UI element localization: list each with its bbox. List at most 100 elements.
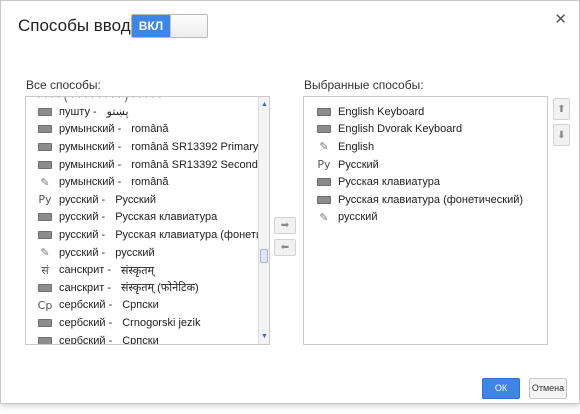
- method-name: Српски: [122, 299, 159, 312]
- move-up-button[interactable]: ⬆: [553, 98, 570, 120]
- keyboard-icon: [37, 228, 53, 242]
- selected-list-item[interactable]: Русская клавиатура: [304, 173, 523, 191]
- toggle-knob[interactable]: [170, 15, 207, 37]
- method-name: Русский: [115, 193, 157, 206]
- toggle-on-label: ВКЛ: [132, 15, 170, 37]
- scroll-down-icon[interactable]: ▼: [259, 331, 269, 342]
- keyboard-icon: [316, 175, 332, 189]
- all-methods-list[interactable]: · · · · ( · · · · · · · · ) · · · · · пуш…: [25, 96, 270, 345]
- selected-list-item[interactable]: English Dvorak Keyboard: [304, 121, 523, 139]
- list-item[interactable]: сербский - Crnogorski jezik: [26, 314, 269, 332]
- list-item[interactable]: Ср сербский - Српски: [26, 297, 269, 315]
- method-name: Crnogorski jezik: [122, 316, 201, 329]
- method-name: русский: [338, 211, 378, 224]
- pencil-icon: ✎: [40, 175, 50, 189]
- method-name: संस्कृतम् (फोनेटिक): [121, 282, 199, 295]
- language-name: пушту -: [59, 105, 97, 118]
- method-name: română: [131, 176, 169, 189]
- list-item[interactable]: ✎ румынский - română: [26, 173, 269, 191]
- language-name: русский -: [59, 228, 106, 241]
- language-name: румынский -: [59, 176, 122, 189]
- keyboard-icon: [37, 122, 53, 136]
- list-item[interactable]: румынский - română SR13392 Secondary: [26, 156, 270, 174]
- language-name: русский -: [59, 246, 106, 259]
- language-name: румынский -: [59, 158, 122, 171]
- list-item[interactable]: русский - Русская клавиатура: [26, 209, 269, 227]
- list-item[interactable]: सं санскрит - संस्कृतम्: [26, 261, 269, 279]
- keyboard-icon: [37, 140, 53, 154]
- list-item[interactable]: румынский - română: [26, 121, 269, 139]
- pencil-icon: ✎: [40, 246, 50, 260]
- ok-button[interactable]: ОК: [482, 378, 520, 399]
- ru-script-icon: Ру: [317, 158, 331, 172]
- method-name: Русская клавиатура: [115, 211, 218, 224]
- list-item[interactable]: санскрит - संस्कृतम् (फोनेटिक): [26, 279, 269, 297]
- input-methods-dialog: Способы ввода ВКЛ ✕ Все способы: Выбранн…: [0, 0, 580, 404]
- language-name: румынский -: [59, 123, 122, 136]
- selected-methods-list[interactable]: English Keyboard English Dvorak Keyboard ✎…: [303, 96, 548, 345]
- method-name: română SR13392 Primary: [131, 140, 259, 153]
- method-name: Русский: [338, 158, 379, 171]
- method-name: русский: [115, 246, 155, 259]
- method-name: English Keyboard: [338, 105, 425, 118]
- add-method-button[interactable]: ➡: [274, 217, 296, 234]
- language-name: сербский -: [59, 334, 113, 345]
- list-item-partial[interactable]: · · · · ( · · · · · · · · ) · · · · ·: [26, 97, 269, 103]
- list-item[interactable]: пушту - پښتو: [26, 103, 269, 121]
- method-name: Српски: [122, 334, 159, 345]
- keyboard-icon: [37, 316, 53, 330]
- language-name: румынский -: [59, 140, 122, 153]
- language-name: сербский -: [59, 316, 113, 329]
- method-name: Русская клавиатура (фонетический): [338, 193, 524, 206]
- scroll-up-icon[interactable]: ▲: [259, 99, 269, 110]
- method-name: English Dvorak Keyboard: [338, 123, 463, 136]
- method-name: Русская клавиатура: [338, 176, 441, 189]
- keyboard-icon: [37, 210, 53, 224]
- keyboard-icon: [37, 105, 53, 119]
- method-name: संस्कृतम्: [121, 264, 155, 277]
- list-item[interactable]: сербский - Српски: [26, 332, 269, 345]
- arrow-left-icon: ⬅: [280, 242, 290, 253]
- all-methods-label: Все способы:: [26, 78, 101, 92]
- language-name: русский -: [59, 211, 106, 224]
- selected-list-item[interactable]: ✎ English: [304, 138, 523, 156]
- method-name: پښتو: [106, 106, 129, 119]
- scroll-thumb[interactable]: [260, 249, 268, 263]
- selected-list-item[interactable]: English Keyboard: [304, 103, 523, 121]
- close-icon[interactable]: ✕: [554, 12, 567, 27]
- language-name: санскрит -: [59, 264, 112, 277]
- input-methods-toggle[interactable]: ВКЛ: [131, 14, 208, 38]
- language-name: сербский -: [59, 299, 113, 312]
- ru-script-icon: Ру: [38, 193, 52, 207]
- cancel-button[interactable]: Отмена: [529, 378, 567, 399]
- method-name: română SR13392 Secondary: [131, 158, 270, 171]
- list-item[interactable]: русский - Русская клавиатура (фонетически…: [26, 226, 269, 244]
- list-item[interactable]: румынский - română SR13392 Primary: [26, 138, 269, 156]
- arrow-up-icon: ⬆: [557, 103, 566, 115]
- keyboard-icon: [316, 122, 332, 136]
- keyboard-icon: [316, 105, 332, 119]
- language-name: санскрит -: [59, 281, 112, 294]
- language-name: русский -: [59, 193, 106, 206]
- selected-list-item[interactable]: Русская клавиатура (фонетический): [304, 191, 523, 209]
- arrow-right-icon: ➡: [280, 220, 290, 231]
- pencil-icon: ✎: [319, 210, 329, 224]
- selected-methods-label: Выбранные способы:: [304, 78, 424, 92]
- arrow-down-icon: ⬇: [557, 129, 566, 141]
- method-name: English: [338, 140, 375, 153]
- selected-list-item[interactable]: ✎ русский: [304, 209, 523, 227]
- dialog-title: Способы ввода: [18, 16, 141, 35]
- devanagari-script-icon: सं: [41, 263, 49, 277]
- list-item[interactable]: ✎ русский - русский: [26, 244, 269, 262]
- keyboard-icon: [37, 158, 53, 172]
- method-name: Русская клавиатура (фонетический): [115, 228, 269, 241]
- remove-method-button[interactable]: ⬅: [274, 239, 296, 256]
- cyrillic-sr-script-icon: Ср: [37, 298, 53, 312]
- selected-list-item[interactable]: Ру Русский: [304, 156, 523, 174]
- pencil-icon: ✎: [319, 140, 329, 154]
- list-item[interactable]: Ру русский - Русский: [26, 191, 269, 209]
- move-down-button[interactable]: ⬇: [553, 124, 570, 146]
- keyboard-icon: [37, 334, 53, 344]
- all-methods-scrollbar[interactable]: ▲ ▼: [258, 97, 269, 344]
- method-name: română: [131, 123, 169, 136]
